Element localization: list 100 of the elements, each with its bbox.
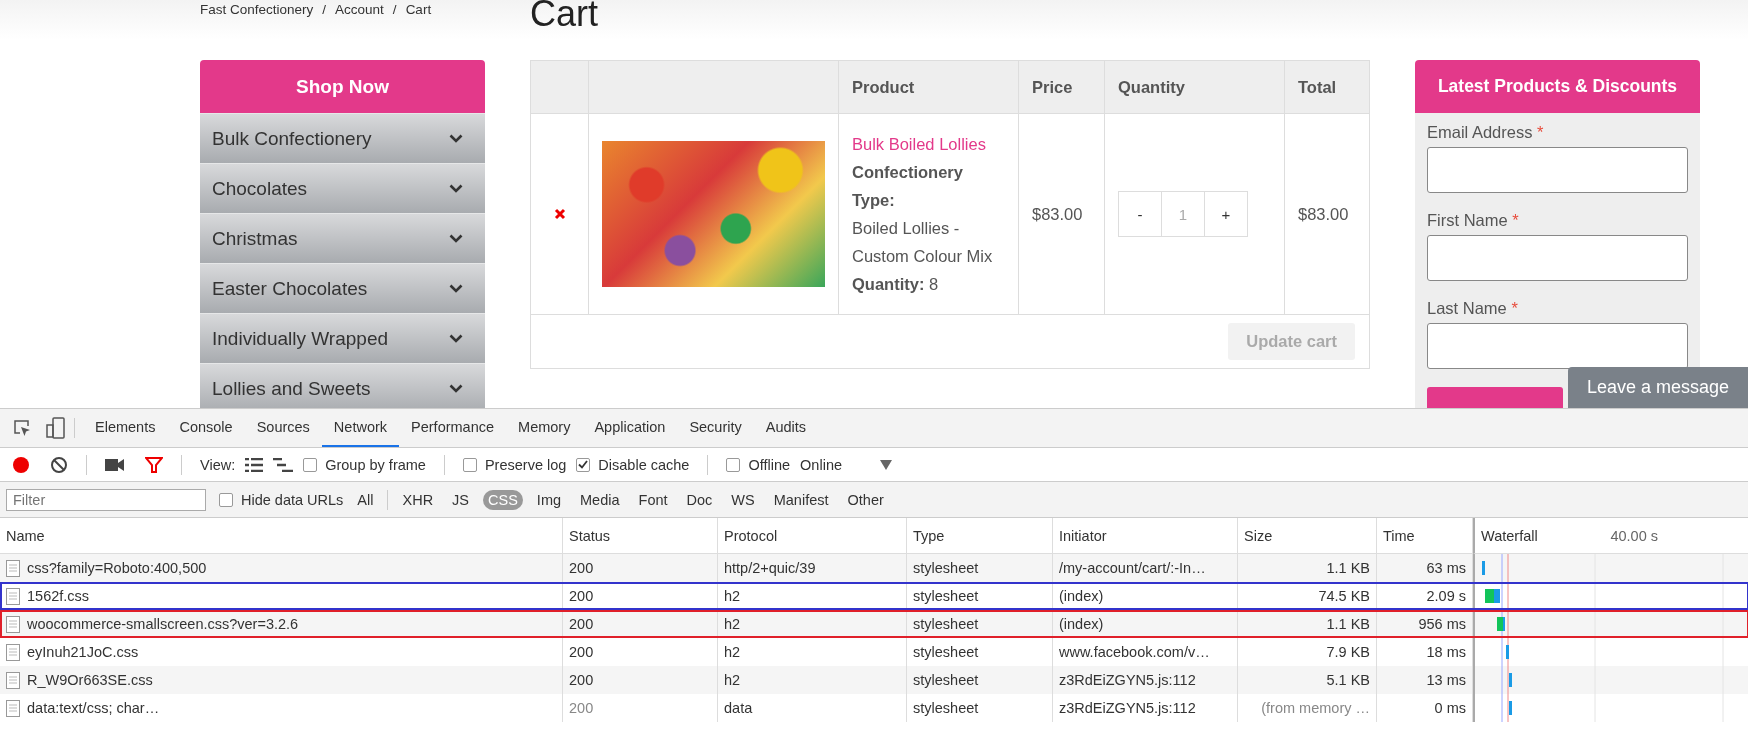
- field-label: Email Address *: [1427, 123, 1545, 142]
- checkbox-label[interactable]: Hide data URLs: [241, 491, 344, 508]
- initiator-link[interactable]: (index): [1059, 588, 1104, 604]
- initiator-link[interactable]: z3RdEiZGYN5.js:112: [1059, 700, 1196, 716]
- status-cell: 200: [563, 666, 718, 694]
- checkbox[interactable]: [303, 457, 318, 472]
- breadcrumb-link[interactable]: Fast Confectionery: [200, 2, 314, 17]
- breadcrumb-separator: /: [392, 2, 397, 17]
- input-field[interactable]: [1427, 323, 1688, 369]
- field-label: Last Name *: [1427, 299, 1519, 318]
- checkbox-label[interactable]: Disable cache: [598, 456, 690, 473]
- type-cell: stylesheet: [907, 554, 1053, 582]
- file-icon: [6, 671, 20, 689]
- size-cell: (from memory …: [1238, 694, 1377, 722]
- category-label: Bulk Confectionery: [212, 127, 372, 150]
- throttling-select[interactable]: Online: [800, 456, 842, 473]
- request-name[interactable]: css?family=Roboto:400,500: [27, 560, 207, 576]
- initiator-link[interactable]: (index): [1059, 616, 1104, 632]
- checkbox[interactable]: [462, 457, 477, 472]
- devtools-tab[interactable]: Network: [321, 409, 400, 447]
- initiator-link[interactable]: z3RdEiZGYN5.js:112: [1059, 672, 1196, 688]
- request-name[interactable]: 1562f.css: [27, 588, 90, 604]
- table-header-cell: Quantity: [1104, 60, 1285, 114]
- request-name[interactable]: eyInuh21JoC.css: [27, 644, 139, 660]
- request-name[interactable]: woocommerce-smallscreen.css?ver=3.2.6: [27, 616, 299, 632]
- category-menu-item[interactable]: Chocolates: [200, 163, 485, 213]
- category-menu-item[interactable]: Lollies and Sweets: [200, 363, 485, 408]
- view-label: View:: [200, 456, 236, 473]
- type-filter-button[interactable]: All: [352, 489, 379, 510]
- initiator-link[interactable]: www.facebook.com/v…: [1059, 644, 1210, 660]
- category-label: Chocolates: [212, 177, 308, 200]
- attribute-label: Quantity:: [852, 275, 925, 293]
- devtools-tab[interactable]: Audits: [753, 409, 819, 447]
- devtools-tab[interactable]: Sources: [244, 409, 322, 447]
- category-menu-item[interactable]: Bulk Confectionery: [200, 113, 485, 163]
- protocol-cell: data: [718, 694, 907, 722]
- input-field[interactable]: [1427, 235, 1688, 281]
- record-icon[interactable]: [12, 455, 30, 474]
- devtools-tab[interactable]: Performance: [399, 409, 507, 447]
- checkbox-label[interactable]: Offline: [748, 456, 791, 473]
- type-filter-button[interactable]: Img: [531, 489, 567, 510]
- status-cell: 200: [563, 582, 718, 610]
- camera-icon[interactable]: [105, 457, 125, 472]
- type-cell: stylesheet: [907, 666, 1053, 694]
- checkbox[interactable]: [726, 457, 741, 472]
- devtools-tab[interactable]: Elements: [83, 409, 168, 447]
- file-icon: [6, 559, 20, 577]
- file-icon: [6, 699, 20, 717]
- increase-button[interactable]: +: [1205, 192, 1247, 236]
- chevron-down-icon: [449, 384, 463, 393]
- type-filter-button[interactable]: JS: [447, 489, 475, 510]
- checkbox-label[interactable]: Group by frame: [325, 456, 426, 473]
- filter-field[interactable]: Filter: [6, 488, 206, 511]
- checkbox[interactable]: [219, 492, 233, 507]
- request-name[interactable]: data:text/css; char…: [27, 700, 160, 716]
- breadcrumb-link[interactable]: Account: [335, 2, 384, 17]
- file-icon: [6, 643, 20, 661]
- filter-icon[interactable]: [145, 456, 163, 473]
- type-filter-button[interactable]: Manifest: [768, 489, 834, 510]
- column-header[interactable]: Waterfall: [1481, 527, 1538, 544]
- type-filter-button[interactable]: WS: [726, 489, 760, 510]
- page-title: Cart: [530, 0, 598, 32]
- status-cell: 200: [563, 694, 718, 722]
- attribute-label: Confectionery Type:: [852, 162, 964, 211]
- type-filter-button[interactable]: Font: [633, 489, 673, 510]
- inspect-cursor-icon[interactable]: [12, 418, 32, 438]
- category-menu-item[interactable]: Easter Chocolates: [200, 263, 485, 313]
- protocol-cell: http/2+quic/39: [718, 554, 907, 582]
- breadcrumb-link[interactable]: Cart: [405, 2, 432, 17]
- type-filter-button[interactable]: Doc: [681, 489, 718, 510]
- checkbox-label[interactable]: Preserve log: [484, 456, 567, 473]
- remove-icon[interactable]: [553, 207, 566, 220]
- total-cell: $83.00: [1284, 113, 1370, 315]
- waterfall-view-icon[interactable]: [273, 457, 294, 472]
- table-header-cell: Product: [838, 60, 1019, 114]
- dropdown-triangle-icon[interactable]: [880, 459, 892, 470]
- clear-icon[interactable]: [50, 455, 68, 474]
- type-filter-button[interactable]: Other: [842, 489, 889, 510]
- breadcrumb-separator: /: [322, 2, 327, 17]
- list-view-icon[interactable]: [245, 457, 264, 472]
- category-label: Easter Chocolates: [212, 277, 368, 300]
- category-menu-item[interactable]: Individually Wrapped: [200, 313, 485, 363]
- devtools-tab[interactable]: Memory: [506, 409, 583, 447]
- type-filter-button[interactable]: XHR: [397, 489, 439, 510]
- decrease-button[interactable]: -: [1119, 192, 1161, 236]
- product-link[interactable]: Bulk Boiled Lollies: [852, 135, 986, 153]
- initiator-link[interactable]: /my-account/cart/:-In…: [1059, 560, 1206, 576]
- input-field[interactable]: [1427, 147, 1688, 193]
- devtools-tab[interactable]: Console: [167, 409, 245, 447]
- device-icon[interactable]: [46, 417, 66, 439]
- category-menu-item[interactable]: Christmas: [200, 213, 485, 263]
- request-name[interactable]: R_W9Or663SE.css: [27, 672, 153, 688]
- type-cell: stylesheet: [907, 694, 1053, 722]
- type-filter-button[interactable]: Media: [575, 489, 625, 510]
- devtools-tab[interactable]: Security: [677, 409, 754, 447]
- protocol-cell: h2: [718, 666, 907, 694]
- time-cell: 2.09 s: [1377, 582, 1473, 610]
- chat-tab[interactable]: Leave a message: [1568, 367, 1748, 408]
- devtools-tab[interactable]: Application: [582, 409, 678, 447]
- checkbox[interactable]: [576, 457, 591, 472]
